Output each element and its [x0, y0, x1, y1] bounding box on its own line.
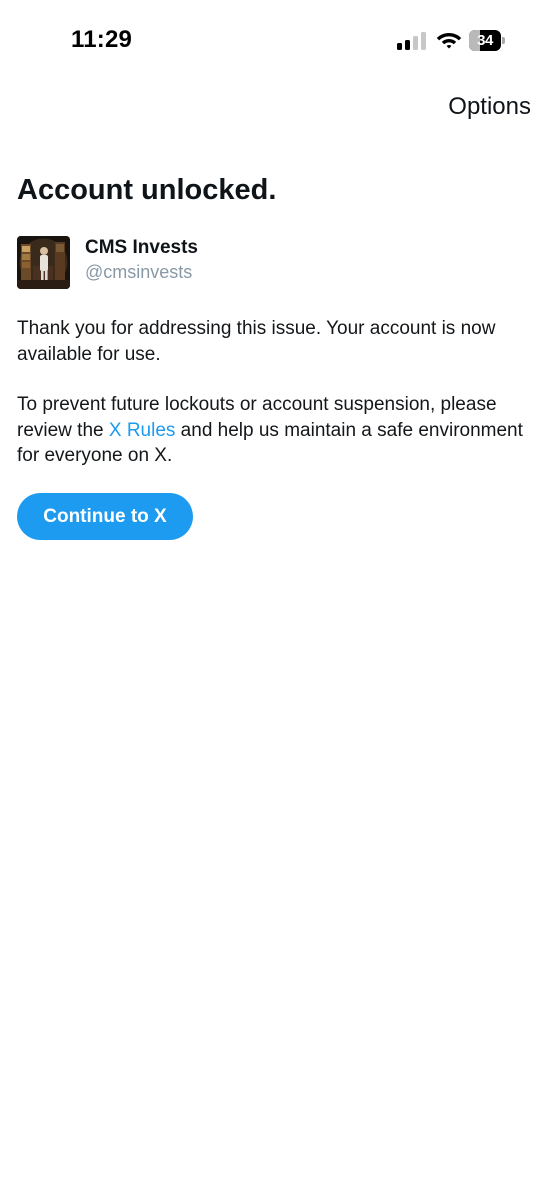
battery-level: 34 — [477, 32, 493, 49]
continue-button[interactable]: Continue to X — [17, 493, 193, 540]
unlock-message: Thank you for addressing this issue. You… — [17, 318, 496, 365]
rules-message: To prevent future lockouts or account su… — [17, 392, 537, 469]
options-button[interactable]: Options — [448, 93, 531, 121]
page-title: Account unlocked. — [17, 174, 277, 206]
status-bar: 11:29 34 — [0, 0, 554, 80]
avatar — [17, 236, 70, 289]
account-display-name: CMS Invests — [85, 237, 198, 258]
account-info: CMS Invests @cmsinvests — [17, 236, 537, 290]
account-handle: @cmsinvests — [85, 262, 193, 282]
wifi-icon — [436, 33, 462, 49]
status-time: 11:29 — [71, 26, 133, 53]
cellular-signal-icon — [397, 32, 427, 50]
battery-icon: 34 — [469, 30, 505, 51]
x-rules-link[interactable]: X Rules — [109, 420, 176, 441]
